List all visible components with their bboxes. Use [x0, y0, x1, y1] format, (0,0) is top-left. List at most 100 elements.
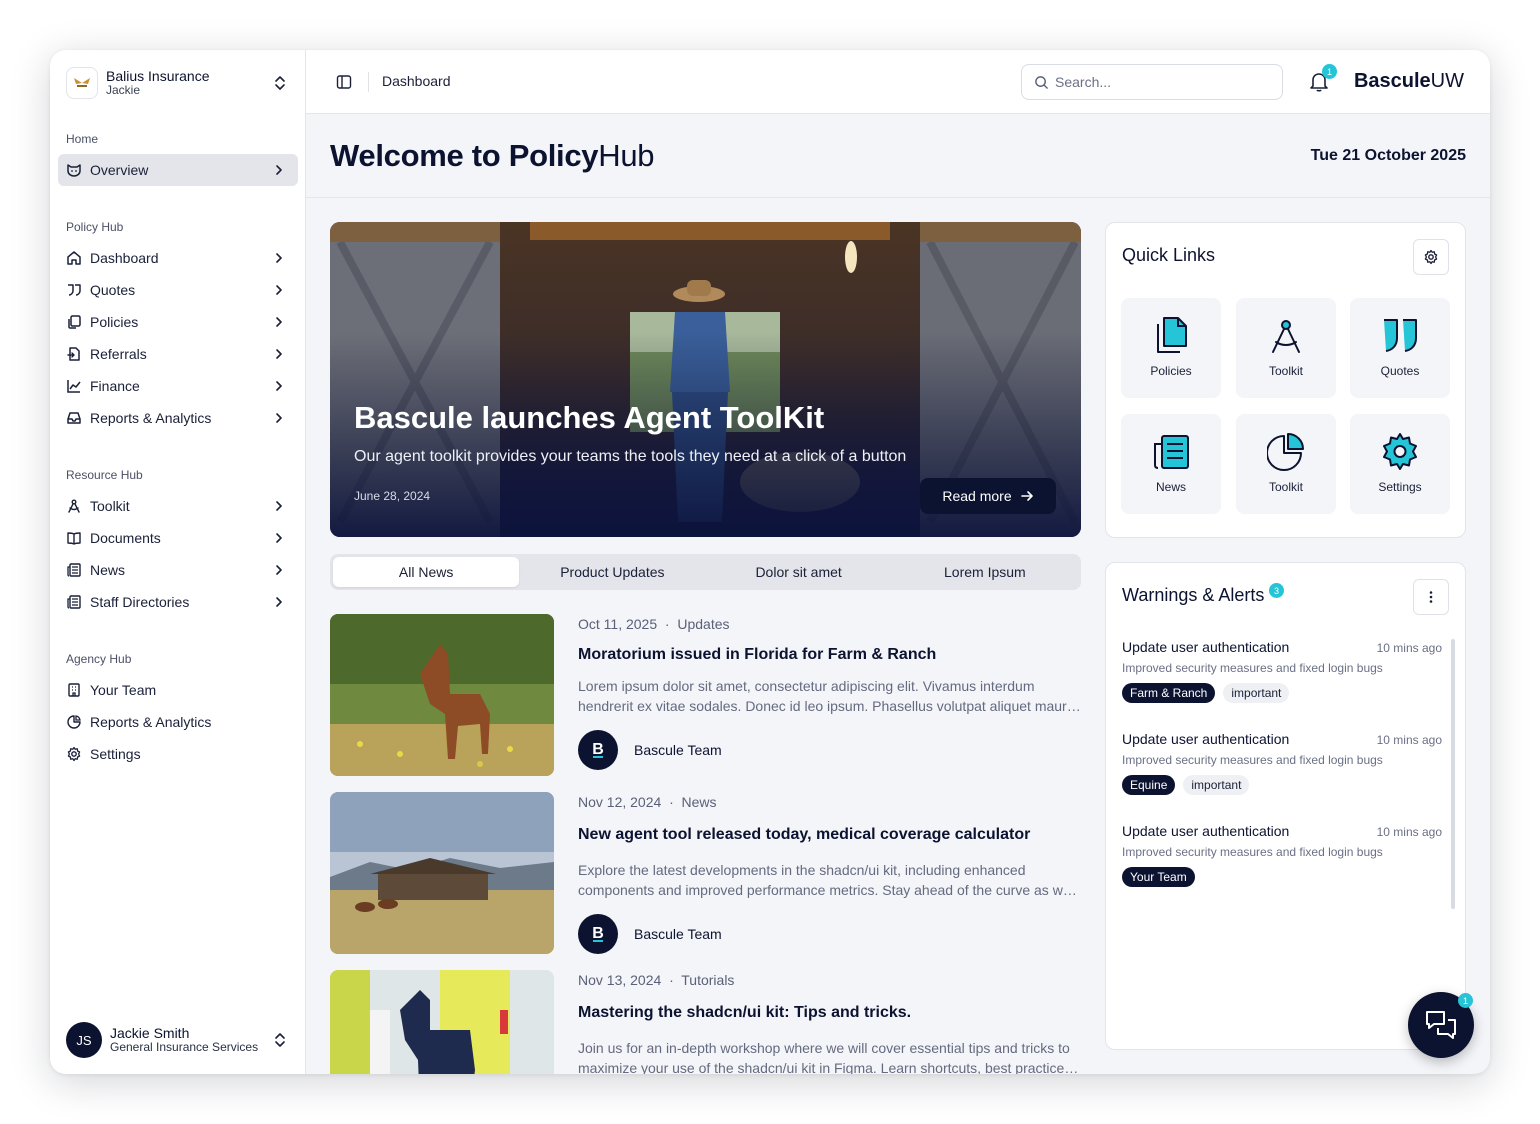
- avatar: JS: [66, 1022, 102, 1058]
- newspaper-icon: [1154, 435, 1189, 469]
- news-category: News: [681, 794, 717, 810]
- tab-dolor-sit-amet[interactable]: Dolor sit amet: [706, 557, 892, 587]
- news-category: Tutorials: [681, 972, 735, 988]
- brand-logo: BasculeUW: [1354, 70, 1464, 93]
- sidebar-item-label: Documents: [90, 530, 161, 546]
- news-title[interactable]: Moratorium issued in Florida for Farm & …: [578, 646, 936, 664]
- sidebar-item-label: Toolkit: [90, 498, 130, 514]
- tab-product-updates[interactable]: Product Updates: [519, 557, 705, 587]
- page-title: Welcome to PolicyHub: [330, 138, 655, 174]
- sidebar-item-label: Quotes: [90, 282, 136, 298]
- user-name: Jackie Smith: [110, 1025, 190, 1042]
- book-icon: [66, 530, 82, 546]
- news-category: Updates: [677, 616, 730, 632]
- quick-link-settings[interactable]: Settings: [1350, 414, 1450, 514]
- building-icon: [66, 682, 82, 698]
- search-box[interactable]: [1021, 64, 1283, 100]
- nav-section-agency-hub: Agency Hub: [66, 652, 132, 666]
- sidebar-item-referrals[interactable]: Referrals: [58, 338, 298, 370]
- inbox-icon: [66, 410, 82, 426]
- sidebar-item-finance[interactable]: Finance: [58, 370, 298, 402]
- alert-item[interactable]: Update user authentication 10 mins ago I…: [1122, 823, 1442, 887]
- alert-item[interactable]: Update user authentication 10 mins ago I…: [1122, 639, 1442, 703]
- read-more-label: Read more: [942, 488, 1012, 504]
- breadcrumb[interactable]: Dashboard: [382, 73, 451, 89]
- org-switcher[interactable]: Balius Insurance Jackie: [66, 66, 296, 100]
- notification-badge: 1: [1322, 64, 1337, 79]
- chevrons-up-down-icon: [275, 76, 285, 90]
- alert-desc: Improved security measures and fixed log…: [1122, 845, 1383, 859]
- search-icon: [1035, 75, 1048, 89]
- documents-icon: [1157, 317, 1187, 353]
- page-title-light: Hub: [598, 138, 655, 173]
- current-date: Tue 21 October 2025: [1310, 147, 1466, 164]
- home-icon: [66, 250, 82, 266]
- sidebar-item-toolkit[interactable]: Toolkit: [58, 490, 298, 522]
- sidebar-item-settings[interactable]: Settings: [58, 738, 298, 770]
- alerts-menu-button[interactable]: [1413, 579, 1449, 615]
- sidebar-item-reports[interactable]: Reports & Analytics: [58, 402, 298, 434]
- sidebar-item-dashboard[interactable]: Dashboard: [58, 242, 298, 274]
- alert-tag: Your Team: [1122, 867, 1195, 887]
- author-name: Bascule Team: [634, 742, 722, 758]
- quick-link-label: Toolkit: [1268, 480, 1303, 494]
- divider: [368, 72, 369, 92]
- quick-link-news[interactable]: News: [1121, 414, 1221, 514]
- sidebar-item-policies[interactable]: Policies: [58, 306, 298, 338]
- tab-lorem-ipsum[interactable]: Lorem Ipsum: [892, 557, 1078, 587]
- user-menu[interactable]: JS Jackie Smith General Insurance Servic…: [66, 1022, 296, 1058]
- sidebar-item-label: Dashboard: [90, 250, 159, 266]
- nav-section-policy-hub: Policy Hub: [66, 220, 124, 234]
- topbar: Dashboard 1 BasculeUW: [306, 50, 1490, 114]
- quick-link-toolkit-2[interactable]: Toolkit: [1236, 414, 1336, 514]
- quick-link-toolkit[interactable]: Toolkit: [1236, 298, 1336, 398]
- alert-desc: Improved security measures and fixed log…: [1122, 661, 1383, 675]
- alerts-scrollbar[interactable]: [1451, 639, 1455, 909]
- news-image-horse: [330, 614, 554, 776]
- quick-links-settings-button[interactable]: [1413, 239, 1449, 275]
- news-item[interactable]: Nov 12, 2024 · News New agent tool relea…: [330, 792, 1081, 954]
- news-excerpt: Join us for an in-depth workshop where w…: [578, 1040, 1072, 1074]
- news-item[interactable]: Nov 13, 2024 · Tutorials Mastering the s…: [330, 970, 1081, 1074]
- news-title[interactable]: New agent tool released today, medical c…: [578, 826, 1030, 844]
- alert-tag: important: [1223, 683, 1290, 703]
- alerts-title: Warnings & Alerts: [1122, 585, 1265, 605]
- hero-title: Bascule launches Agent ToolKit: [354, 400, 825, 435]
- sidebar-item-news[interactable]: News: [58, 554, 298, 586]
- quick-link-policies[interactable]: Policies: [1121, 298, 1221, 398]
- chevron-right-icon: [276, 253, 282, 263]
- news-image-ranch: [330, 792, 554, 954]
- quote-icon: [66, 282, 82, 298]
- alert-item[interactable]: Update user authentication 10 mins ago I…: [1122, 731, 1442, 795]
- chevron-right-icon: [276, 597, 282, 607]
- chevron-right-icon: [276, 533, 282, 543]
- sidebar-item-agency-reports[interactable]: Reports & Analytics: [58, 706, 298, 738]
- org-user: Jackie: [106, 83, 141, 98]
- search-input[interactable]: [1055, 74, 1255, 90]
- author-avatar: B: [578, 730, 618, 770]
- sidebar-item-label: Staff Directories: [90, 594, 190, 610]
- quick-link-quotes[interactable]: Quotes: [1350, 298, 1450, 398]
- newspaper-icon: [66, 594, 82, 610]
- sidebar-item-your-team[interactable]: Your Team: [58, 674, 298, 706]
- news-item[interactable]: Oct 11, 2025 · Updates Moratorium issued…: [330, 614, 1081, 776]
- sidebar-toggle-icon[interactable]: [336, 74, 352, 90]
- sidebar-item-staff-directories[interactable]: Staff Directories: [58, 586, 298, 618]
- sidebar-item-overview[interactable]: Overview: [58, 154, 298, 186]
- sidebar-item-quotes[interactable]: Quotes: [58, 274, 298, 306]
- shield-cat-icon: [66, 162, 82, 178]
- sidebar: Balius Insurance Jackie Home Overview Po…: [50, 50, 306, 1074]
- referral-icon: [66, 346, 82, 362]
- pie-chart-icon: [1267, 433, 1304, 471]
- gear-icon: [1424, 249, 1438, 265]
- read-more-button[interactable]: Read more: [920, 478, 1056, 514]
- news-title[interactable]: Mastering the shadcn/ui kit: Tips and tr…: [578, 1004, 911, 1022]
- page-title-bold: Welcome to Policy: [330, 138, 599, 173]
- alert-time: 10 mins ago: [1376, 641, 1442, 655]
- chevron-right-icon: [276, 349, 282, 359]
- author-avatar: B: [578, 914, 618, 954]
- quick-link-label: Toolkit: [1268, 364, 1303, 378]
- hero-banner: Bascule launches Agent ToolKit Our agent…: [330, 222, 1081, 537]
- sidebar-item-documents[interactable]: Documents: [58, 522, 298, 554]
- tab-all-news[interactable]: All News: [333, 557, 520, 587]
